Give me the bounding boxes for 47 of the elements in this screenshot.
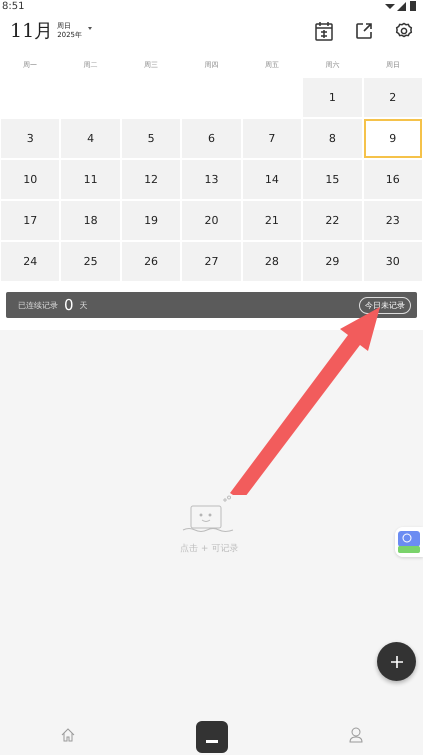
streak-count: 0: [64, 296, 74, 314]
day-cell[interactable]: 13: [182, 160, 241, 199]
status-time: 8:51: [2, 0, 24, 12]
streak-unit: 天: [80, 300, 88, 310]
empty-hint: 点击 + 可记录: [180, 542, 238, 555]
day-cell[interactable]: 4: [61, 119, 120, 158]
share-icon[interactable]: [355, 22, 373, 40]
day-cell[interactable]: 12: [122, 160, 180, 199]
center-tab-button[interactable]: [196, 721, 228, 753]
profile-icon[interactable]: [348, 727, 362, 743]
calendar-icon[interactable]: [315, 21, 333, 41]
day-cell[interactable]: 3: [1, 119, 60, 158]
day-cell[interactable]: 11: [61, 160, 120, 199]
day-cell[interactable]: 19: [122, 201, 180, 240]
month-title: 11月: [10, 19, 54, 44]
day-cell[interactable]: 8: [303, 119, 362, 158]
plus-icon: [390, 656, 402, 668]
day-cell[interactable]: 18: [61, 201, 120, 240]
dropdown-icon[interactable]: [88, 26, 92, 30]
signal-battery-icon: [383, 1, 419, 11]
floating-widget[interactable]: [395, 527, 423, 557]
day-cell[interactable]: 15: [303, 160, 362, 199]
day-cell[interactable]: 29: [303, 242, 362, 281]
day-cell[interactable]: 28: [242, 242, 302, 281]
day-cell[interactable]: 22: [303, 201, 362, 240]
day-cell[interactable]: 7: [242, 119, 302, 158]
day-cell[interactable]: 23: [364, 201, 422, 240]
add-button[interactable]: [377, 642, 416, 681]
day-cell[interactable]: 17: [1, 201, 60, 240]
day-cell[interactable]: 30: [364, 242, 422, 281]
streak-label: 已连续记录: [18, 300, 58, 310]
day-cell[interactable]: 20: [182, 201, 241, 240]
day-cell[interactable]: 16: [364, 160, 422, 199]
day-cell[interactable]: 2: [364, 78, 422, 117]
day-cell[interactable]: 5: [122, 119, 180, 158]
day-cell[interactable]: 26: [122, 242, 180, 281]
day-cell[interactable]: 10: [1, 160, 60, 199]
day-cell[interactable]: 24: [1, 242, 60, 281]
settings-icon[interactable]: [395, 22, 413, 40]
day-cell[interactable]: 1: [303, 78, 362, 117]
day-cell[interactable]: 9: [364, 119, 422, 158]
day-cell[interactable]: 21: [242, 201, 302, 240]
day-cell[interactable]: 14: [242, 160, 302, 199]
day-cell[interactable]: 25: [61, 242, 120, 281]
day-cell[interactable]: 27: [182, 242, 241, 281]
day-cell[interactable]: 6: [182, 119, 241, 158]
home-icon[interactable]: [60, 728, 74, 742]
